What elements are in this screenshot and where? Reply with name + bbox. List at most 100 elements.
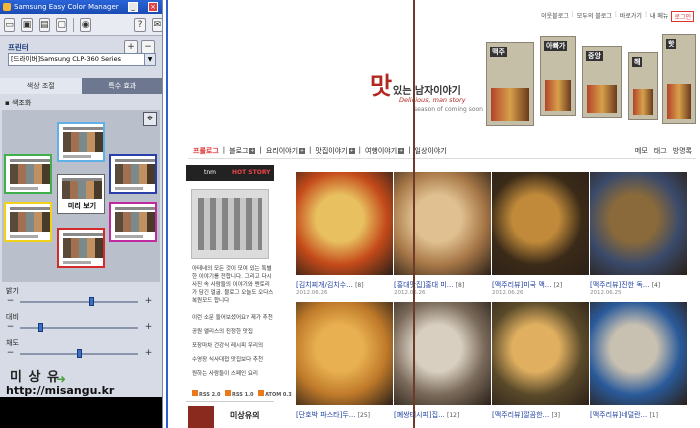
tab-color-adjust[interactable]: 색상 조절 (0, 78, 82, 94)
sidebar-link[interactable]: 원하는 사람들이 스페인 요리 (192, 369, 274, 377)
post-thumbnail[interactable] (492, 172, 589, 275)
tab-special-effects[interactable]: 특수 효과 (81, 78, 162, 94)
menu-travel[interactable]: 여행이야기 + (365, 146, 405, 156)
target-icon[interactable]: ⌖ (143, 112, 157, 126)
hot-story-caption[interactable]: 아테네의 모든 것이 모여 있는 특별한 이야기를 전합니다. 그리고 다시 사… (192, 265, 274, 305)
printer-select[interactable]: [드라이버]Samsung CLP-360 Series ▼ (8, 53, 156, 66)
variation-thumb-left[interactable] (4, 154, 52, 194)
sidebar-link[interactable]: 수영장 식사대접 맛집보다 추천 (192, 355, 274, 363)
brightness-plus-button[interactable]: + (144, 296, 153, 306)
post-thumbnail[interactable] (590, 172, 687, 275)
post-title[interactable]: [김치찌개/김치수... [8] (296, 280, 393, 290)
vertical-divider-line (413, 0, 415, 428)
post-thumbnail[interactable] (590, 302, 687, 405)
rss-1-link[interactable]: RSS 1.0 (225, 390, 254, 398)
atom-link[interactable]: ATOM 0.3 (258, 390, 292, 398)
post-thumbnail[interactable] (296, 302, 393, 405)
contrast-minus-button[interactable]: − (6, 322, 15, 332)
variation-thumb-bottom[interactable] (57, 228, 105, 268)
preview-icon[interactable]: ▢ (55, 17, 68, 32)
window-title-bar[interactable]: Samsung Easy Color Manager _ × (0, 0, 162, 14)
menu-daily[interactable]: 일상이야기 (415, 146, 447, 156)
printer-select-value: [드라이버]Samsung CLP-360 Series (11, 55, 121, 63)
save-icon[interactable]: ▣ (21, 17, 33, 32)
topnav-neighbor-blog[interactable]: 이웃블로그 (541, 11, 569, 22)
brightness-slider-track[interactable] (20, 301, 138, 303)
post-date: 2012.06.26 (492, 290, 524, 296)
help-icon[interactable]: ? (134, 17, 146, 32)
comment-count: [2] (553, 282, 563, 289)
rss-label: RSS 1.0 (232, 392, 254, 398)
color-calibration-icon[interactable]: ◉ (80, 17, 92, 32)
variation-thumb-lower-right[interactable] (109, 202, 157, 242)
close-button[interactable]: × (148, 2, 158, 12)
post-title[interactable]: [홍대맛집]홍대 미... [8] (394, 280, 491, 290)
post-title[interactable]: [맥주리뷰]네덜란... [1] (590, 410, 687, 420)
expand-icon[interactable]: + (299, 148, 306, 154)
menu-restaurants[interactable]: 맛집이야기 + (315, 146, 355, 156)
expand-icon[interactable]: + (398, 148, 405, 154)
sidebar-link[interactable]: 공원 앨리스의 진정한 맛집 (192, 327, 274, 335)
minimize-button[interactable]: _ (128, 2, 138, 12)
topnav-my-menu[interactable]: 내 메뉴 (650, 11, 668, 22)
add-printer-icon[interactable]: + (124, 40, 138, 54)
expand-icon[interactable]: + (348, 148, 355, 154)
watermark-name: 미 상 유 (10, 370, 60, 385)
post-title[interactable]: [폐쌍테시피]집... [12] (394, 410, 491, 420)
menu-blog[interactable]: 블로그 + (229, 146, 256, 156)
post-thumbnail[interactable] (492, 302, 589, 405)
screen: Samsung Easy Color Manager _ × ▭ ▣ ▤ ▢ ◉… (0, 0, 700, 428)
post-title[interactable]: [맥주리뷰]진한 독... [4] (590, 280, 687, 290)
menu-label: 프롤로그 (193, 147, 219, 155)
print-icon[interactable]: ▤ (38, 17, 50, 32)
variation-thumb-right[interactable] (109, 154, 157, 194)
menu-memo[interactable]: 메모 (635, 146, 648, 156)
open-folder-icon[interactable]: ▭ (4, 17, 16, 32)
menu-tag[interactable]: 태그 (654, 146, 667, 156)
contrast-slider-thumb[interactable] (38, 323, 44, 332)
post-title[interactable]: [맥주리뷰]미국 맥... [2] (492, 280, 589, 290)
post-title[interactable]: [단호박 파스타]두... [25] (296, 410, 393, 420)
sidebar-link[interactable]: 포장마차 건강식 레시피 우리의 (192, 341, 274, 349)
blog-category-menu: 프롤로그 | 블로그 + | 요리이야기 + | 맛집이야기 + | 여행이야기 + | 일상이야… (193, 146, 447, 156)
comment-count: [25] (357, 412, 371, 419)
contrast-plus-button[interactable]: + (144, 322, 153, 332)
expand-icon[interactable]: + (249, 148, 256, 154)
topnav-shortcut[interactable]: 바로가기 (620, 11, 642, 22)
topnav-all-blog[interactable]: 모두의 블로그 (577, 11, 612, 22)
rss-icon (225, 390, 232, 396)
post-thumbnail[interactable] (296, 172, 393, 275)
post-thumbnail[interactable] (394, 172, 491, 275)
menu-label: 일상이야기 (414, 147, 447, 155)
feedback-icon[interactable]: ✉ (151, 17, 162, 32)
login-button[interactable]: 로그인 (671, 11, 694, 22)
post-date: 2012.06.26 (296, 290, 328, 296)
hot-story-image[interactable] (191, 189, 269, 259)
saturation-minus-button[interactable]: − (6, 348, 15, 358)
post-date: 2012.06.26 (394, 290, 426, 296)
variation-thumb-top[interactable] (57, 122, 105, 162)
avatar[interactable] (188, 406, 214, 428)
chevron-down-icon[interactable]: ▼ (144, 54, 155, 65)
menu-guestbook[interactable]: 방명록 (673, 146, 692, 156)
post-title-text: [폐쌍테시피]집... (394, 411, 445, 419)
remove-printer-icon[interactable]: − (141, 40, 155, 54)
post-title-text: [맥주리뷰]미국 맥... (492, 281, 552, 289)
saturation-slider-thumb[interactable] (77, 349, 82, 358)
post-title[interactable]: [맥주리뷰]깔끔한... [3] (492, 410, 589, 420)
blog-logo-text[interactable]: 있는 남자이야기 (393, 82, 461, 97)
brightness-minus-button[interactable]: − (6, 296, 15, 306)
menu-cooking[interactable]: 요리이야기 + (266, 146, 306, 156)
app-icon (3, 3, 11, 11)
brightness-slider-thumb[interactable] (88, 297, 94, 306)
sidebar-link[interactable]: 이런 소문 들어보셨어요? 제가 추천 (192, 313, 274, 321)
post-thumbnail[interactable] (394, 302, 491, 405)
rss-2-link[interactable]: RSS 2.0 (192, 390, 220, 398)
saturation-plus-button[interactable]: + (144, 348, 153, 358)
blog-sidebar: tnm HOT STORY 아테네의 모든 것이 모여 있는 특별한 이야기를 … (186, 165, 292, 428)
blog-logo-mark[interactable]: 맛 (370, 66, 392, 101)
menu-prologue[interactable]: 프롤로그 (193, 146, 219, 156)
section-label: ▪ 색조화 (5, 99, 32, 107)
variation-thumb-center[interactable]: 미리 보기 (57, 174, 105, 214)
variation-thumb-lower-left[interactable] (4, 202, 52, 242)
